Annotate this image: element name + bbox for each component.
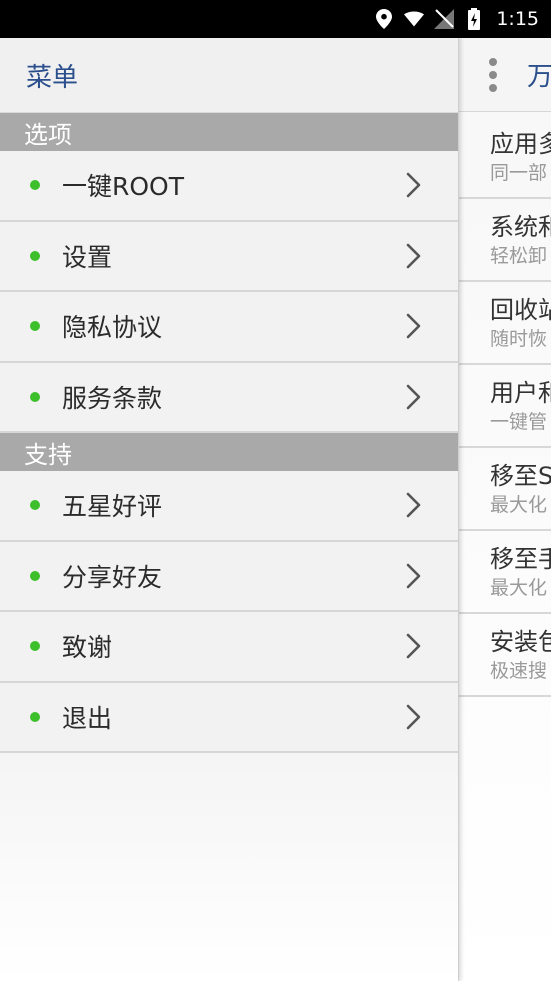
location-icon bbox=[374, 9, 394, 29]
drawer-header: 菜单 bbox=[0, 38, 458, 113]
section-header-support: 支持 bbox=[0, 433, 458, 471]
menu-item-label: 致谢 bbox=[62, 633, 113, 663]
menu-item-label: 服务条款 bbox=[62, 383, 163, 413]
chevron-right-icon bbox=[404, 562, 424, 590]
bullet-icon bbox=[30, 250, 40, 261]
chevron-right-icon bbox=[404, 312, 424, 340]
menu-item-terms-of-service[interactable]: 服务条款 bbox=[0, 362, 458, 433]
menu-item-acknowledgements[interactable]: 致谢 bbox=[0, 612, 458, 683]
menu-item-exit[interactable]: 退出 bbox=[0, 682, 458, 753]
drawer-title: 菜单 bbox=[26, 62, 79, 93]
menu-item-label: 五星好评 bbox=[62, 492, 163, 522]
menu-item-label: 退出 bbox=[62, 703, 113, 733]
main-item-title: 系统和 bbox=[490, 212, 551, 241]
main-list-item[interactable]: 移至S 最大化 bbox=[459, 448, 551, 531]
main-item-subtitle: 极速搜 bbox=[490, 659, 548, 682]
chevron-right-icon bbox=[404, 171, 424, 199]
main-panel: 万 应用多 同一部 系统和 轻松卸 回收站 随时恢 用户和 一键管 移至S 最大… bbox=[459, 38, 551, 981]
main-list-item[interactable]: 应用多 同一部 bbox=[459, 116, 551, 199]
chevron-right-icon bbox=[404, 703, 424, 731]
main-title: 万 bbox=[527, 62, 551, 92]
main-item-subtitle: 最大化 bbox=[490, 493, 548, 516]
section-header-options: 选项 bbox=[0, 113, 458, 151]
status-bar: 1:15 bbox=[0, 0, 551, 38]
bullet-icon bbox=[30, 500, 40, 511]
bullet-icon bbox=[30, 641, 40, 652]
main-item-title: 应用多 bbox=[490, 129, 551, 158]
bullet-icon bbox=[30, 180, 40, 191]
chevron-right-icon bbox=[404, 632, 424, 660]
main-item-subtitle: 同一部 bbox=[490, 161, 548, 184]
menu-item-label: 一键ROOT bbox=[62, 172, 184, 202]
menu-item-settings[interactable]: 设置 bbox=[0, 221, 458, 292]
menu-item-label: 分享好友 bbox=[62, 562, 163, 592]
bullet-icon bbox=[30, 391, 40, 402]
status-time: 1:15 bbox=[496, 8, 539, 30]
menu-item-share-with-friends[interactable]: 分享好友 bbox=[0, 541, 458, 612]
main-item-title: 用户和 bbox=[490, 378, 551, 407]
bullet-icon bbox=[30, 321, 40, 332]
menu-item-label: 隐私协议 bbox=[62, 313, 163, 343]
main-item-subtitle: 轻松卸 bbox=[490, 244, 548, 267]
main-item-subtitle: 最大化 bbox=[490, 576, 548, 599]
chevron-right-icon bbox=[404, 242, 424, 270]
menu-item-label: 设置 bbox=[62, 242, 113, 272]
main-item-title: 安装包 bbox=[490, 627, 551, 656]
main-list-item[interactable]: 用户和 一键管 bbox=[459, 365, 551, 448]
main-list-item[interactable]: 移至手 最大化 bbox=[459, 531, 551, 614]
signal-icon bbox=[434, 9, 455, 29]
main-item-subtitle: 一键管 bbox=[490, 410, 548, 433]
menu-item-five-star-rating[interactable]: 五星好评 bbox=[0, 471, 458, 542]
more-vert-icon[interactable] bbox=[489, 57, 497, 92]
chevron-right-icon bbox=[404, 383, 424, 411]
main-list-item[interactable]: 安装包 极速搜 bbox=[459, 614, 551, 697]
main-item-title: 移至手 bbox=[490, 544, 551, 573]
menu-item-one-click-root[interactable]: 一键ROOT bbox=[0, 151, 458, 222]
main-list-item[interactable]: 回收站 随时恢 bbox=[459, 282, 551, 365]
menu-item-privacy-policy[interactable]: 隐私协议 bbox=[0, 292, 458, 363]
main-list-item[interactable]: 系统和 轻松卸 bbox=[459, 199, 551, 282]
wifi-icon bbox=[404, 9, 425, 29]
main-item-subtitle: 随时恢 bbox=[490, 327, 548, 350]
main-header: 万 bbox=[459, 38, 551, 112]
battery-icon bbox=[464, 8, 484, 30]
main-item-title: 回收站 bbox=[490, 295, 551, 324]
chevron-right-icon bbox=[404, 491, 424, 519]
main-list: 应用多 同一部 系统和 轻松卸 回收站 随时恢 用户和 一键管 移至S 最大化 … bbox=[459, 116, 551, 697]
bullet-icon bbox=[30, 570, 40, 581]
navigation-drawer: 菜单 选项 一键ROOT 设置 隐私协议 服务条款 支持 五星好评 分享好友 致… bbox=[0, 38, 459, 981]
bullet-icon bbox=[30, 711, 40, 722]
main-item-title: 移至S bbox=[490, 461, 551, 490]
